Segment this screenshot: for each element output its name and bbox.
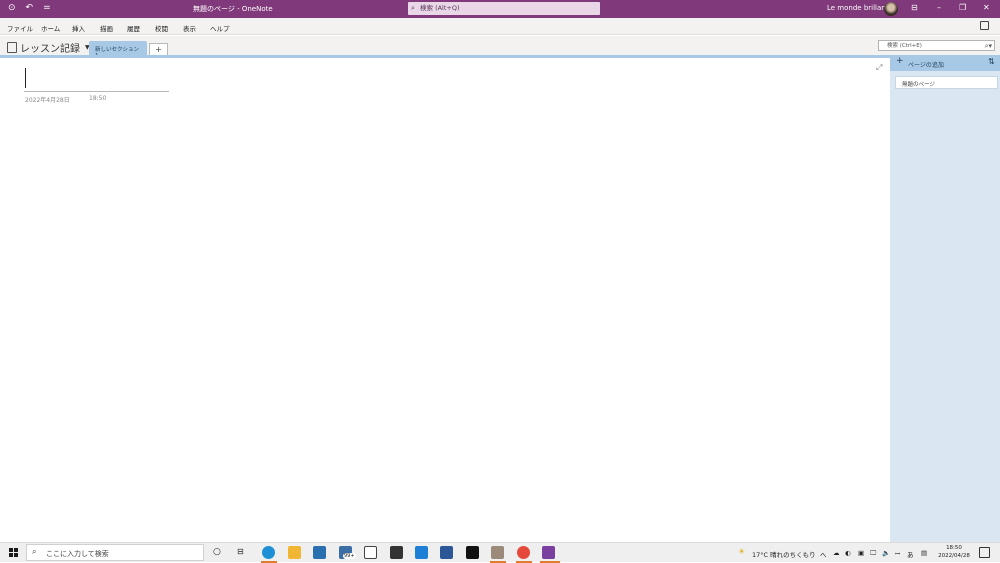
restore-icon[interactable]: ❐ [959,3,966,12]
app-dark-icon[interactable] [466,546,479,559]
sort-icon[interactable]: ⇅ [988,57,995,66]
tray-expand-icon[interactable]: へ [820,549,827,559]
page-list-item[interactable]: 無題のページ [895,76,998,89]
taskbar-search-input[interactable]: ⌕ ここに入力して検索 [26,544,204,561]
weather-icon: ☀ [738,547,746,556]
window-title: 無題のページ - OneNote [193,5,273,13]
edge-icon[interactable] [262,546,275,559]
clock[interactable]: 18:50 2022/04/28 [936,545,972,560]
page-title-input[interactable] [24,91,169,92]
user-name[interactable]: Le monde brillant [827,4,888,12]
back-circle-icon[interactable]: ⊙ [8,3,16,14]
device-icon[interactable]: ▣ [858,549,864,557]
add-page-button[interactable]: + ページの追加 ⇅ [890,55,1000,71]
onedrive-icon[interactable]: ☁ [833,549,840,557]
close-icon[interactable]: ✕ [983,3,990,12]
app-photo-icon[interactable] [491,546,504,559]
app-window-icon[interactable] [364,546,377,559]
input-language-icon[interactable]: ꟷ [895,549,900,558]
tab-section-1[interactable]: 新しいセクション 1 [89,41,147,59]
avatar[interactable] [884,2,898,16]
notebook-icon [7,42,17,53]
menu-home[interactable]: ホーム [41,23,60,33]
network-app-icon[interactable]: ◐ [845,549,851,557]
menu-help[interactable]: ヘルプ [210,23,230,33]
title-bar: ⊙ ↶ = 無題のページ - OneNote ⌕ 検索 (Alt+Q) Le m… [0,0,1000,18]
ime-mode-icon[interactable]: ▤ [921,549,927,557]
page-date: 2022年4月28日 [25,97,70,104]
search-box[interactable]: ⌕ 検索 (Alt+Q) [408,2,600,15]
weather-text[interactable]: 17°C 晴れのちくもり [752,549,816,559]
page-time: 18:50 [89,95,107,102]
ribbon-display-icon[interactable]: ⊟ [911,3,918,12]
volume-icon[interactable]: 🔈 [882,549,890,557]
menu-history[interactable]: 履歴 [127,23,140,33]
menu-insert[interactable]: 挿入 [72,23,85,33]
menu-file[interactable]: ファイル [7,23,33,33]
ime-indicator[interactable]: あ [907,549,914,559]
menu-draw[interactable]: 描画 [100,23,113,33]
clock-time: 18:50 [946,545,962,551]
add-section-button[interactable]: + [149,43,168,55]
taskbar: ⌕ ここに入力して検索 ○ ⊟ 99+ ☀ 17°C 晴れのちくもり へ ☁ ◐… [0,542,1000,563]
task-view-icon[interactable]: ⊟ [237,547,244,556]
taskbar-search-placeholder: ここに入力して検索 [46,550,109,558]
file-explorer-icon[interactable] [288,546,301,559]
menu-bar: ファイル ホーム 挿入 描画 履歴 校閲 表示 ヘルプ [0,18,1000,35]
page-canvas[interactable]: ⤢ 2022年4月28日 18:50 [0,58,890,542]
search-icon: ⌕ [411,4,415,12]
add-page-label: ページの追加 [908,62,944,69]
app-blue-icon[interactable] [415,546,428,559]
search-placeholder: 検索 (Alt+Q) [420,4,460,12]
undo-icon[interactable]: ↶ [26,3,34,14]
word-icon[interactable] [440,546,453,559]
expand-icon[interactable]: ⤢ [876,63,882,73]
windows-start-icon[interactable] [9,548,18,557]
notebook-selector[interactable]: レッスン記録 ▼ [7,40,90,55]
section-bar: レッスン記録 ▼ 新しいセクション 1 + 検索 (Ctrl+E) ⌕▾ [0,36,1000,59]
sticky-notes-icon[interactable] [980,21,989,30]
notebook-search-input[interactable]: 検索 (Ctrl+E) ⌕▾ [878,40,995,51]
onenote-icon[interactable] [542,546,555,559]
menu-review[interactable]: 校閲 [155,23,168,33]
customize-qat-icon[interactable]: = [43,3,51,14]
notification-icon[interactable] [979,547,990,558]
minimize-icon[interactable]: – [937,3,941,12]
menu-view[interactable]: 表示 [183,23,196,33]
store-icon[interactable] [313,546,326,559]
plus-icon: + [896,56,904,66]
page-list-pane: + ページの追加 ⇅ 無題のページ [890,55,1000,542]
network-icon[interactable]: 🖵 [870,549,876,558]
mail-badge: 99+ [343,553,356,559]
search-icon: ⌕ [32,547,37,556]
search-icon[interactable]: ⌕▾ [985,41,992,51]
chrome-icon[interactable] [517,546,530,559]
clock-date: 2022/04/28 [938,552,970,559]
cortana-icon[interactable]: ○ [213,547,221,557]
notebook-name: レッスン記録 [20,44,80,55]
notebook-search-placeholder: 検索 (Ctrl+E) [887,43,922,49]
text-cursor [25,68,26,88]
terminal-icon[interactable] [390,546,403,559]
